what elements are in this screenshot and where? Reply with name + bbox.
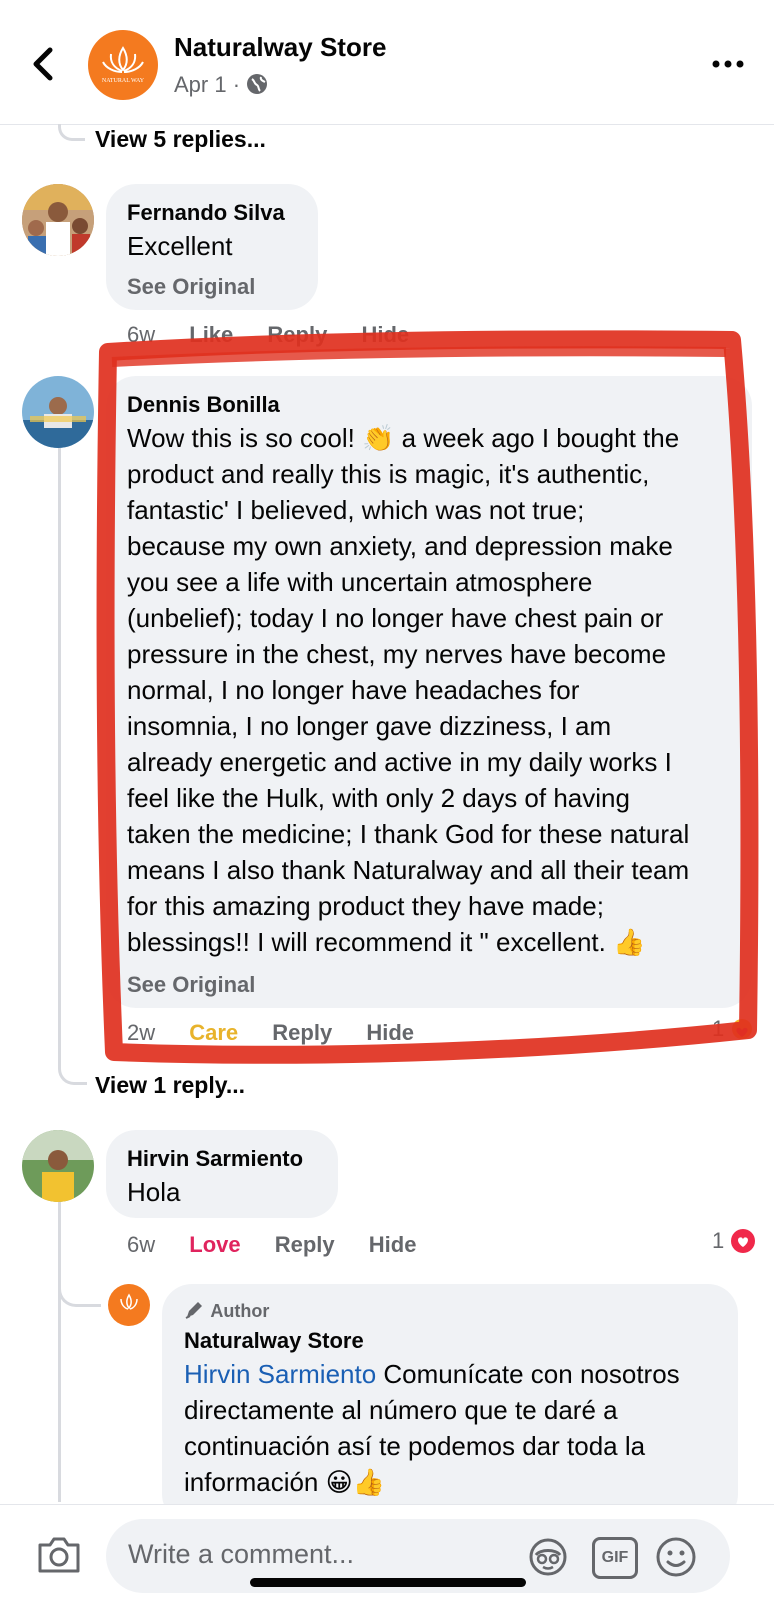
author-badge-label: Author [210, 1301, 270, 1321]
avatar-sticker-icon[interactable] [526, 1535, 570, 1579]
comment-placeholder: Write a comment... [128, 1539, 355, 1569]
reply-button[interactable]: Reply [275, 1232, 335, 1257]
reply-line: directamente al número que te daré a [184, 1395, 618, 1425]
lotus-logo-icon [120, 1293, 138, 1310]
reaction-count[interactable]: 1 [712, 1228, 756, 1254]
thread-line [58, 1202, 61, 1502]
avatar[interactable] [22, 1130, 94, 1202]
home-indicator [250, 1578, 526, 1587]
highlight-annotation [96, 330, 759, 1064]
gif-button[interactable]: GIF [592, 1537, 638, 1579]
comment-author[interactable]: Hirvin Sarmiento [127, 1146, 303, 1172]
author-badge: Author [184, 1300, 269, 1322]
thread-connector [58, 1262, 101, 1307]
reply-line: Hirvin Sarmiento Comunícate con nosotros [184, 1356, 724, 1392]
profile-photo [22, 1130, 94, 1202]
reaction-count-number: 1 [712, 1228, 725, 1253]
reply-text: Hirvin Sarmiento Comunícate con nosotros… [184, 1356, 724, 1500]
comment-text: Hola [127, 1177, 181, 1207]
comment-actions: 6w Love Reply Hide [127, 1232, 444, 1258]
reply-line: información 😀👍 [184, 1467, 386, 1497]
mention-link[interactable]: Hirvin Sarmiento [184, 1359, 376, 1389]
love-reaction-button[interactable]: Love [189, 1232, 240, 1257]
gif-label: GIF [601, 1549, 629, 1566]
emoji-icon[interactable] [654, 1535, 698, 1579]
camera-icon[interactable] [36, 1535, 82, 1575]
reply-author[interactable]: Naturalway Store [184, 1328, 364, 1354]
reply-avatar[interactable] [108, 1284, 150, 1326]
reply-line-text: Comunícate con nosotros [383, 1359, 680, 1389]
hide-button[interactable]: Hide [369, 1232, 417, 1257]
comment-time: 6w [127, 1232, 156, 1257]
pen-icon [185, 1302, 202, 1319]
reply-line: continuación así te podemos dar toda la [184, 1431, 646, 1461]
view-replies-link[interactable]: View 1 reply... [95, 1072, 245, 1099]
love-emoji-icon [731, 1229, 756, 1253]
